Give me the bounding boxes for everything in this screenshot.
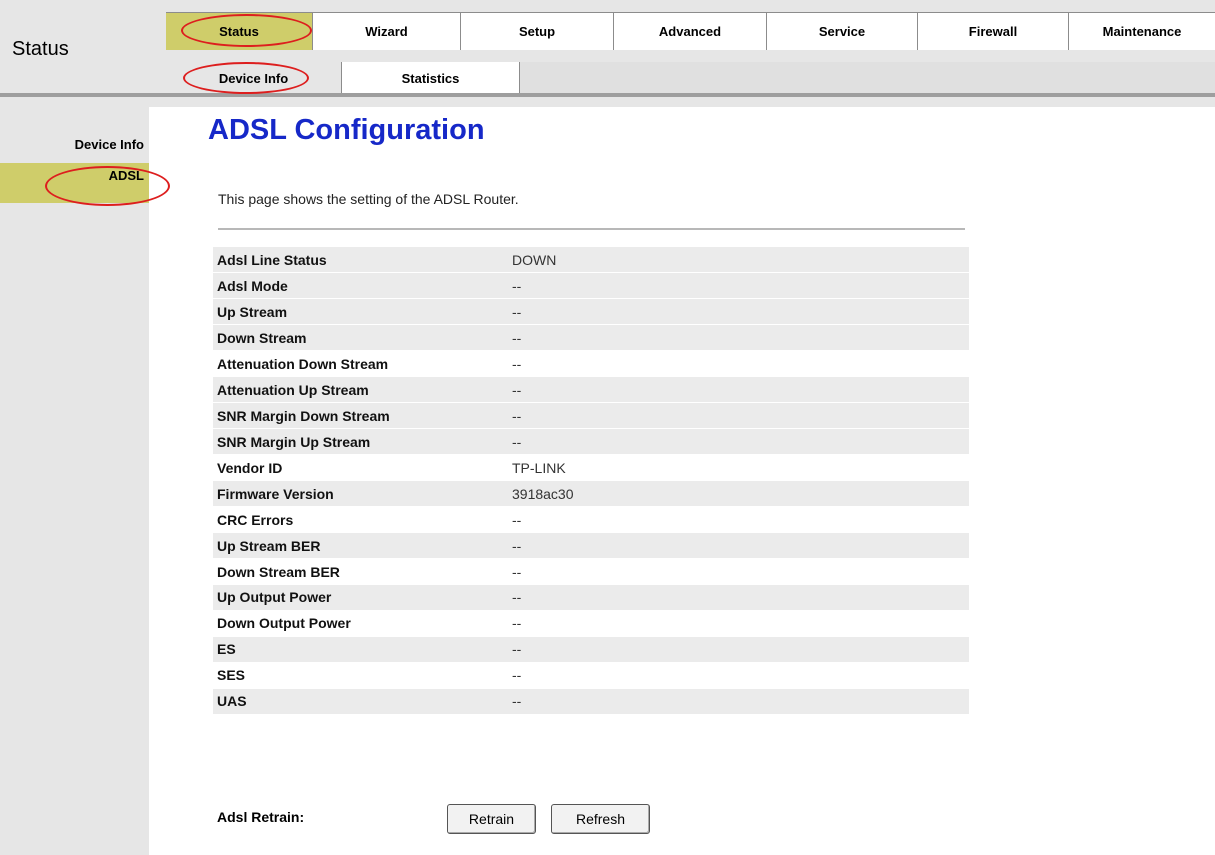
retrain-button[interactable]: Retrain — [447, 804, 536, 834]
row-value: -- — [512, 277, 522, 294]
table-row: Adsl Line Status DOWN — [213, 247, 969, 273]
row-label: CRC Errors — [217, 511, 294, 528]
row-label: Adsl Line Status — [217, 251, 327, 268]
table-row: Vendor ID TP-LINK — [213, 455, 969, 480]
row-value: -- — [512, 329, 522, 346]
row-value: -- — [512, 641, 522, 658]
tab-wizard[interactable]: Wizard — [313, 12, 461, 50]
page-description: This page shows the setting of the ADSL … — [218, 191, 519, 207]
table-row: Up Stream -- — [213, 298, 969, 325]
row-value: TP-LINK — [512, 459, 566, 476]
row-value: -- — [512, 407, 522, 424]
row-value: -- — [512, 511, 522, 528]
table-row: ES -- — [213, 636, 969, 663]
table-row: CRC Errors -- — [213, 507, 969, 532]
row-value: -- — [512, 615, 522, 632]
tab-maintenance[interactable]: Maintenance — [1069, 12, 1215, 50]
retrain-label: Adsl Retrain: — [217, 809, 305, 825]
row-value: DOWN — [512, 251, 557, 268]
subtab-bar — [520, 62, 1215, 94]
table-row: Down Stream -- — [213, 324, 969, 351]
tab-firewall[interactable]: Firewall — [918, 12, 1069, 50]
table-row: Attenuation Up Stream -- — [213, 376, 969, 403]
row-value: 3918ac30 — [512, 485, 574, 502]
row-value: -- — [512, 303, 522, 320]
table-row: SES -- — [213, 663, 969, 688]
row-label: Adsl Mode — [217, 277, 288, 294]
table-row: SNR Margin Up Stream -- — [213, 428, 969, 455]
sidebar-item-adsl[interactable]: ADSL — [0, 163, 149, 203]
row-value: -- — [512, 667, 522, 684]
row-value: -- — [512, 537, 522, 554]
page-title: ADSL Configuration — [208, 114, 485, 146]
tab-service[interactable]: Service — [767, 12, 918, 50]
section-title: Status — [12, 38, 69, 60]
adsl-info-table: Adsl Line Status DOWN Adsl Mode -- Up Stre… — [213, 247, 969, 715]
row-label: Attenuation Up Stream — [217, 381, 369, 398]
row-label: ES — [217, 641, 236, 658]
tab-status[interactable]: Status — [166, 12, 313, 50]
row-label: Up Stream — [217, 303, 288, 320]
row-label: SNR Margin Up Stream — [217, 433, 371, 450]
row-value: -- — [512, 355, 522, 372]
refresh-button[interactable]: Refresh — [551, 804, 650, 834]
row-value: -- — [512, 563, 522, 580]
tab-advanced[interactable]: Advanced — [614, 12, 767, 50]
row-label: Down Stream BER — [217, 563, 340, 580]
row-value: -- — [512, 693, 522, 710]
table-row: Adsl Mode -- — [213, 272, 969, 299]
table-row: Down Stream BER -- — [213, 559, 969, 584]
row-label: Vendor ID — [217, 459, 283, 476]
row-label: Attenuation Down Stream — [217, 355, 389, 372]
table-row: UAS -- — [213, 688, 969, 715]
row-label: Down Output Power — [217, 615, 351, 632]
table-row: Firmware Version 3918ac30 — [213, 480, 969, 507]
table-row: Up Stream BER -- — [213, 532, 969, 559]
row-label: Down Stream — [217, 329, 307, 346]
row-value: -- — [512, 433, 522, 450]
divider — [218, 228, 965, 230]
row-value: -- — [512, 381, 522, 398]
table-row: Up Output Power -- — [213, 584, 969, 611]
row-label: Up Output Power — [217, 589, 332, 606]
subtab-device-info[interactable]: Device Info — [166, 62, 342, 94]
row-label: Up Stream BER — [217, 537, 321, 554]
row-label: SES — [217, 667, 246, 684]
row-value: -- — [512, 589, 522, 606]
sidebar-item-device-info[interactable]: Device Info — [0, 133, 149, 157]
row-label: SNR Margin Down Stream — [217, 407, 390, 424]
table-row: Down Output Power -- — [213, 611, 969, 636]
tab-setup[interactable]: Setup — [461, 12, 614, 50]
sidebar: Device Info ADSL — [0, 107, 149, 855]
row-label: UAS — [217, 693, 247, 710]
subtab-statistics[interactable]: Statistics — [342, 62, 520, 94]
table-row: Attenuation Down Stream -- — [213, 351, 969, 376]
row-label: Firmware Version — [217, 485, 334, 502]
header-divider — [0, 93, 1215, 97]
table-row: SNR Margin Down Stream -- — [213, 402, 969, 429]
